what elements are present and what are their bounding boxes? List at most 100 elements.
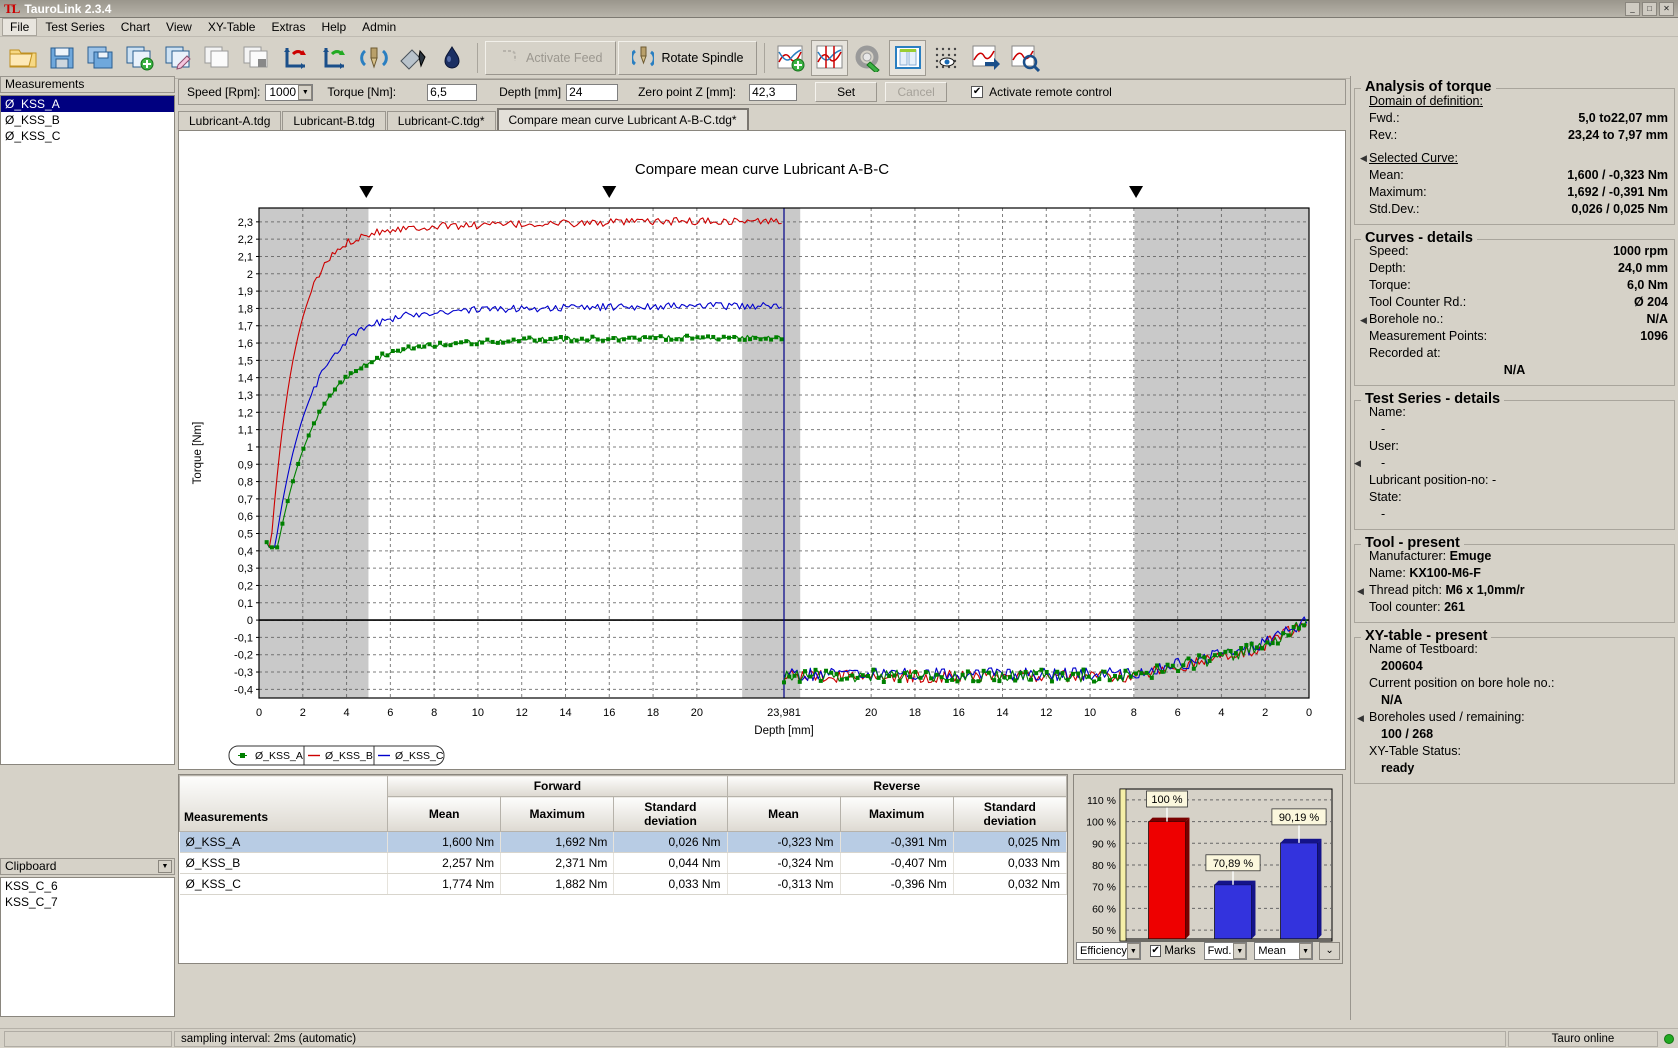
chart-settings-icon[interactable] (850, 40, 887, 76)
set-button[interactable]: Set (815, 82, 878, 102)
menu-view[interactable]: View (158, 18, 200, 36)
points-label: Measurement Points: (1369, 329, 1488, 343)
points-value: 1096 (1640, 329, 1668, 343)
svg-text:0,3: 0,3 (238, 563, 253, 575)
xytable-status-label: XY-Table Status: (1369, 744, 1461, 758)
coolant-drop-icon[interactable] (433, 40, 470, 76)
chevron-down-icon[interactable]: ▼ (1233, 943, 1247, 959)
list-item[interactable]: KSS_C_6 (1, 878, 174, 894)
edit-series-icon[interactable] (160, 40, 197, 76)
svg-text:10: 10 (472, 707, 484, 719)
save-icon[interactable] (43, 40, 80, 76)
recorded-at-label: Recorded at: (1369, 346, 1441, 360)
stat-select[interactable]: Mean ▼ (1254, 942, 1314, 960)
grid-view-icon[interactable] (928, 40, 965, 76)
tool-pitch-label: Thread pitch: (1369, 583, 1442, 597)
maximize-icon[interactable]: □ (1642, 1, 1657, 16)
list-item[interactable]: KSS_C_7 (1, 894, 174, 910)
list-item[interactable]: Ø_KSS_A (1, 96, 174, 112)
chevron-down-icon[interactable]: ▼ (1126, 943, 1140, 959)
svg-text:0: 0 (256, 707, 262, 719)
list-item[interactable]: Ø_KSS_B (1, 112, 174, 128)
tab-lubricant-b[interactable]: Lubricant-B.tdg (282, 111, 386, 130)
analyse-chart-icon[interactable] (1006, 40, 1043, 76)
compare-chart-icon[interactable] (811, 39, 849, 76)
open-folder-icon[interactable] (4, 40, 41, 76)
export-chart-icon[interactable] (967, 40, 1004, 76)
lubricant-icon[interactable] (394, 40, 431, 76)
menu-chart[interactable]: Chart (113, 18, 158, 36)
tab-compare-mean-curve[interactable]: Compare mean curve Lubricant A-B-C.tdg* (496, 108, 749, 130)
toolbar-separator (477, 42, 478, 73)
collapse-left-icon[interactable]: ◀ (1357, 710, 1364, 727)
clipboard-list[interactable]: KSS_C_6 KSS_C_7 (0, 877, 175, 1017)
add-chart-icon[interactable] (772, 40, 809, 76)
svg-text:18: 18 (909, 707, 921, 719)
th-measurements: Measurements (178, 775, 389, 832)
depth-value: 24,0 mm (1617, 261, 1668, 275)
tab-lubricant-a[interactable]: Lubricant-A.tdg (178, 111, 282, 130)
svg-text:Depth [mm]: Depth [mm] (754, 725, 813, 737)
metric-select[interactable]: Efficiency ▼ (1076, 942, 1141, 960)
depth-row: Depth: 24,0 mm (1361, 260, 1668, 277)
torque-depth-chart[interactable]: 2,3 2,2 2,1 2 1,9 1,8 1,7 1,6 1,5 1,4 1,3 1,2 1,1 1 0,… (179, 178, 1345, 778)
menu-file[interactable]: File (2, 18, 38, 36)
table-row[interactable]: Ø_KSS_A 1,600 Nm 1,692 Nm 0,026 Nm -0,32… (179, 831, 1068, 853)
svg-text:20: 20 (691, 707, 703, 719)
cell-fwd-std: 0,044 Nm (613, 852, 728, 874)
svg-text:2,1: 2,1 (238, 251, 253, 263)
copy-series-icon[interactable] (199, 40, 236, 76)
cell-fwd-max: 1,692 Nm (500, 831, 615, 853)
boreholes-value: 100 / 268 (1381, 727, 1434, 741)
collapse-left-icon[interactable]: ◀ (1354, 455, 1361, 472)
menu-xy-table[interactable]: XY-Table (200, 18, 264, 36)
efficiency-bar-chart[interactable]: 110 % 100 % 90 % 80 % 70 % 60 % 50 % 100 % 70,89… (1074, 775, 1342, 963)
menu-extras[interactable]: Extras (263, 18, 313, 36)
rotate-spindle-button[interactable]: Rotate Spindle (618, 40, 758, 75)
torque-input[interactable] (427, 83, 478, 101)
zero-point-input[interactable] (749, 83, 798, 101)
spindle-rotate-icon[interactable] (355, 40, 392, 76)
svg-text:50 %: 50 % (1092, 925, 1116, 937)
collapse-left-icon[interactable]: ◀ (1357, 583, 1364, 600)
minimize-icon[interactable]: _ (1625, 1, 1640, 16)
depth-input[interactable] (566, 83, 619, 101)
save-all-icon[interactable] (82, 40, 119, 76)
table-row[interactable]: Ø_KSS_C 1,774 Nm 1,882 Nm 0,033 Nm -0,31… (179, 873, 1068, 895)
remote-control-checkbox[interactable]: ✔ (971, 86, 984, 98)
close-icon[interactable]: ✕ (1659, 1, 1674, 16)
collapse-left-icon[interactable]: ◀ (1360, 312, 1367, 329)
svg-text:2: 2 (300, 707, 306, 719)
marks-checkbox[interactable]: ✔ (1149, 945, 1162, 957)
paste-series-icon[interactable] (238, 40, 275, 76)
expand-chevron-icon[interactable]: ⌄ (1319, 942, 1340, 960)
cancel-button[interactable]: Cancel (885, 82, 948, 102)
tool-counter-value: Ø 204 (1633, 295, 1668, 309)
collapse-left-icon[interactable]: ◀ (1360, 149, 1367, 167)
chevron-down-icon[interactable]: ▼ (1299, 943, 1313, 959)
menu-help[interactable]: Help (313, 18, 354, 36)
menu-test-series[interactable]: Test Series (37, 18, 112, 36)
direction-select[interactable]: Fwd. ▼ (1203, 942, 1248, 960)
cell-fwd-std: 0,026 Nm (613, 831, 728, 853)
add-series-icon[interactable] (121, 40, 158, 76)
menu-admin[interactable]: Admin (354, 18, 404, 36)
svg-text:0: 0 (247, 615, 253, 627)
toolbar-separator-2 (764, 42, 766, 73)
svg-text:6: 6 (1175, 707, 1181, 719)
speed-select[interactable]: 1000 ▼ (265, 83, 314, 101)
measurements-list[interactable]: Ø_KSS_A Ø_KSS_B Ø_KSS_C (0, 95, 175, 765)
window-titlebar: TL TauroLink 2.3.4 _ □ ✕ (0, 0, 1678, 18)
table-row[interactable]: Ø_KSS_B 2,257 Nm 2,371 Nm 0,044 Nm -0,32… (179, 852, 1068, 874)
list-item[interactable]: Ø_KSS_C (1, 128, 174, 144)
th-forward: Forward (387, 775, 728, 797)
tab-lubricant-c[interactable]: Lubricant-C.tdg* (386, 111, 496, 130)
clipboard-chevron-down-icon[interactable]: ▼ (158, 860, 172, 873)
move-axis-green-icon[interactable] (316, 40, 353, 76)
move-axis-red-icon[interactable] (277, 40, 314, 76)
efficiency-chart-panel: 110 % 100 % 90 % 80 % 70 % 60 % 50 % 100 % 70,89… (1073, 774, 1343, 964)
activate-feed-button[interactable]: Activate Feed (485, 40, 617, 75)
columns-view-icon[interactable] (889, 39, 927, 76)
chevron-down-icon[interactable]: ▼ (298, 84, 313, 100)
th-rev-std: Standard deviation (952, 796, 1068, 832)
